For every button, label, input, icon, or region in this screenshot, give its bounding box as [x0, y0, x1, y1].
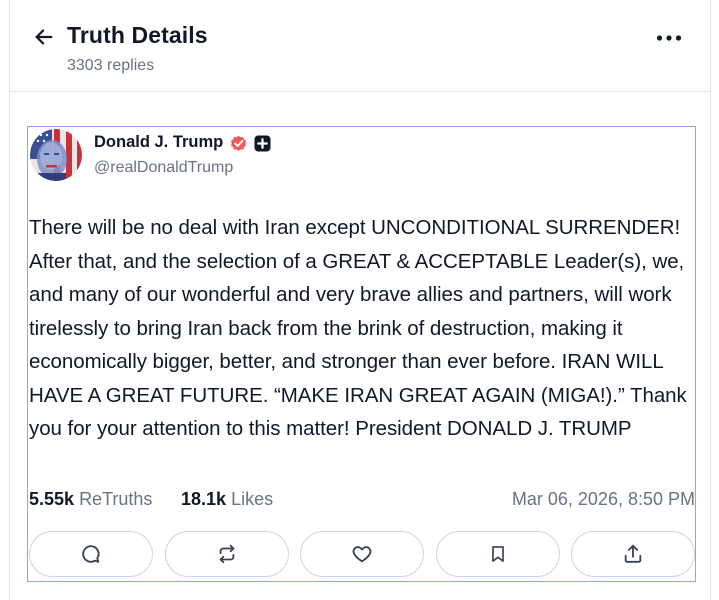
verified-badge-icon — [230, 135, 247, 151]
retruths-stat[interactable]: 5.55k ReTruths — [29, 489, 152, 510]
page-title: Truth Details — [67, 22, 208, 48]
more-horizontal-icon — [656, 35, 682, 41]
post-timestamp: Mar 06, 2026, 8:50 PM — [511, 489, 695, 509]
arrow-left-icon — [35, 29, 53, 45]
bookmark-icon — [492, 546, 504, 562]
likes-count: 18.1k — [181, 489, 227, 509]
like-button[interactable] — [300, 531, 424, 577]
likes-stat[interactable]: 18.1k Likes — [181, 489, 273, 510]
reply-button[interactable] — [29, 531, 153, 577]
plus-badge-icon — [254, 135, 271, 152]
header: Truth Details 3303 replies — [9, 0, 711, 92]
action-bar — [28, 531, 697, 579]
post-text: There will be no deal with Iran except U… — [29, 216, 687, 440]
avatar[interactable] — [30, 129, 82, 181]
more-options-button[interactable] — [654, 26, 684, 50]
back-button[interactable] — [31, 24, 57, 50]
share-button[interactable] — [571, 531, 695, 577]
replies-count: 3303 replies — [67, 57, 155, 74]
share-icon — [624, 544, 642, 563]
heart-icon — [352, 546, 372, 563]
retruth-button[interactable] — [165, 531, 289, 577]
post-card[interactable]: Donald J. Trump @realDonaldTrump There w… — [27, 126, 696, 582]
likes-label: Likes — [231, 489, 274, 509]
comment-icon — [82, 545, 100, 563]
post-stats: 5.55k ReTruths 18.1k Likes Mar 06, 2026,… — [29, 489, 695, 513]
retruths-count: 5.55k — [29, 489, 75, 509]
author-name[interactable]: Donald J. Trump — [94, 133, 223, 152]
retruths-label: ReTruths — [79, 489, 153, 509]
bookmark-button[interactable] — [436, 531, 560, 577]
author-handle[interactable]: @realDonaldTrump — [94, 159, 233, 177]
repost-icon — [219, 544, 235, 564]
